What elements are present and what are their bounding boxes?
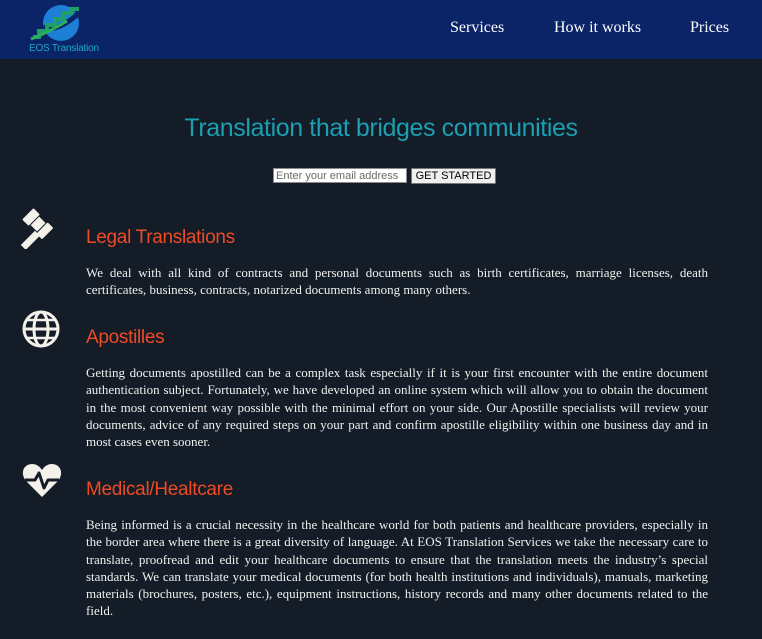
globe-icon: [21, 309, 63, 351]
section-title-apostilles: Apostilles: [86, 327, 165, 348]
nav-prices[interactable]: Prices: [690, 19, 729, 37]
heartbeat-icon: [21, 461, 63, 503]
top-navbar: EOS Translation Services How it works Pr…: [0, 0, 762, 59]
logo-globe-icon: [30, 5, 81, 41]
email-input[interactable]: [273, 168, 407, 183]
section-body-legal: We deal with all kind of contracts and p…: [86, 265, 708, 298]
section-body-medical: Being informed is a crucial necessity in…: [86, 517, 708, 619]
get-started-button[interactable]: GET STARTED: [411, 168, 496, 184]
section-title-legal: Legal Translations: [86, 227, 235, 248]
nav-how-it-works[interactable]: How it works: [554, 19, 641, 37]
gavel-icon: [20, 207, 63, 250]
logo-text: EOS Translation: [29, 43, 99, 54]
logo[interactable]: EOS Translation: [27, 3, 99, 55]
section-body-apostilles: Getting documents apostilled can be a co…: [86, 365, 708, 450]
nav-services[interactable]: Services: [450, 19, 504, 37]
section-title-medical: Medical/Healtcare: [86, 479, 233, 500]
hero-title: Translation that bridges communities: [184, 114, 578, 142]
